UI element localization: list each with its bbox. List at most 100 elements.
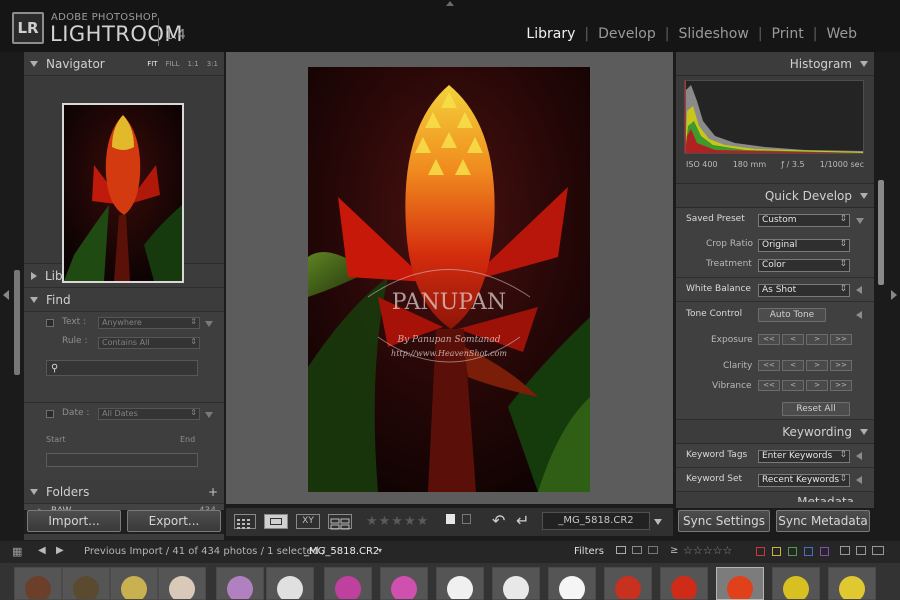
histogram-graph[interactable]	[684, 80, 864, 154]
crop-ratio-dropdown[interactable]: Original	[758, 239, 850, 252]
text-scope-dropdown[interactable]: Anywhere	[98, 317, 200, 329]
zoom-3-1[interactable]: 3:1	[207, 60, 218, 68]
filter-copies-icon[interactable]	[840, 546, 850, 555]
reset-all-button[interactable]: Reset All	[782, 402, 850, 416]
selected-filename[interactable]: _MG_5818.CR2	[304, 546, 379, 557]
rotate-right-icon[interactable]: ↵	[516, 511, 529, 530]
filmstrip-thumbnail[interactable]	[492, 567, 540, 600]
filter-flag-pick-icon[interactable]	[616, 546, 626, 554]
vibrance-step-up[interactable]: >	[806, 380, 828, 391]
find-header[interactable]: Find	[24, 288, 224, 312]
toolbar-menu-chevron-down-icon[interactable]	[654, 519, 662, 525]
label-purple-icon[interactable]	[820, 547, 829, 556]
filter-operator[interactable]: ≥	[670, 545, 678, 556]
add-folder-icon[interactable]: +	[208, 485, 224, 499]
tone-control-expand-icon[interactable]	[856, 311, 862, 319]
vibrance-step-down-large[interactable]: <<	[758, 380, 780, 391]
survey-view-icon[interactable]	[328, 514, 352, 530]
date-dropdown[interactable]: All Dates	[98, 408, 200, 420]
clarity-step-down-large[interactable]: <<	[758, 360, 780, 371]
keyword-tags-expand-icon[interactable]	[856, 452, 862, 460]
flag-pick-icon[interactable]	[446, 514, 455, 524]
source-chevron-down-icon[interactable]: ▾	[378, 546, 382, 555]
exposure-step-down[interactable]: <	[782, 334, 804, 345]
loupe-view-icon[interactable]	[264, 514, 288, 529]
folders-header[interactable]: Folders +	[24, 480, 224, 504]
find-search-input[interactable]: ⚲	[46, 360, 198, 376]
exposure-step-down-large[interactable]: <<	[758, 334, 780, 345]
metadata-header[interactable]: Metadata	[676, 492, 874, 502]
keyword-tags-dropdown[interactable]: Enter Keywords	[758, 450, 850, 463]
text-filter-checkbox[interactable]	[46, 319, 54, 327]
rating-stars[interactable]: ★★★★★	[366, 514, 429, 529]
zoom-1-1[interactable]: 1:1	[187, 60, 198, 68]
filmstrip-thumbnail[interactable]	[266, 567, 314, 600]
keyword-set-dropdown[interactable]: Recent Keywords	[758, 474, 850, 487]
right-panel-toggle-icon[interactable]	[891, 290, 897, 300]
filter-virtual-icon[interactable]	[856, 546, 866, 555]
zoom-fit[interactable]: FIT	[147, 60, 157, 68]
rule-dropdown[interactable]: Contains All	[98, 337, 200, 349]
date-section-toggle-icon[interactable]	[205, 412, 213, 418]
filter-flag-none-icon[interactable]	[632, 546, 642, 554]
filmstrip-thumbnail[interactable]	[216, 567, 264, 600]
filter-stars[interactable]: ☆☆☆☆☆	[683, 544, 732, 557]
filter-flag-reject-icon[interactable]	[648, 546, 658, 554]
vibrance-step-up-large[interactable]: >>	[830, 380, 852, 391]
clarity-step-down[interactable]: <	[782, 360, 804, 371]
sync-metadata-button[interactable]: Sync Metadata	[776, 510, 870, 532]
module-web[interactable]: Web	[817, 26, 866, 42]
filmstrip-thumbnail[interactable]	[548, 567, 596, 600]
label-yellow-icon[interactable]	[772, 547, 781, 556]
import-button[interactable]: Import...	[27, 510, 121, 532]
keyword-set-expand-icon[interactable]	[856, 476, 862, 484]
white-balance-dropdown[interactable]: As Shot	[758, 284, 850, 297]
source-path[interactable]: Previous Import / 41 of 434 photos / 1 s…	[84, 546, 325, 557]
flag-reject-icon[interactable]	[462, 514, 471, 524]
vibrance-step-down[interactable]: <	[782, 380, 804, 391]
left-panel-toggle-icon[interactable]	[3, 290, 9, 300]
filmstrip-thumbnail-selected[interactable]	[716, 567, 764, 600]
module-slideshow[interactable]: Slideshow	[669, 26, 757, 42]
label-blue-icon[interactable]	[804, 547, 813, 556]
saved-preset-dropdown[interactable]: Custom	[758, 214, 850, 227]
date-range-slider[interactable]	[46, 453, 198, 467]
filmstrip-grid-icon[interactable]: ▦	[12, 545, 22, 558]
quick-develop-header[interactable]: Quick Develop	[676, 184, 874, 208]
module-library[interactable]: Library	[517, 26, 584, 42]
filmstrip-thumbnail[interactable]	[604, 567, 652, 600]
right-panel-scrollbar[interactable]	[878, 180, 884, 285]
compare-view-icon[interactable]: XY	[296, 514, 320, 529]
saved-preset-toggle-icon[interactable]	[856, 218, 864, 224]
text-section-toggle-icon[interactable]	[205, 321, 213, 327]
back-arrow-icon[interactable]: ◀	[38, 545, 46, 556]
filename-field[interactable]: _MG_5818.CR2	[542, 512, 650, 530]
histogram-header[interactable]: Histogram	[676, 52, 874, 76]
navigator-thumbnail[interactable]	[62, 103, 184, 283]
exposure-step-up[interactable]: >	[806, 334, 828, 345]
filmstrip-thumbnail[interactable]	[14, 567, 62, 600]
navigator-header[interactable]: Navigator FIT FILL 1:1 3:1	[24, 52, 224, 76]
keywording-header[interactable]: Keywording	[676, 420, 874, 444]
label-red-icon[interactable]	[756, 547, 765, 556]
date-filter-checkbox[interactable]	[46, 410, 54, 418]
module-develop[interactable]: Develop	[589, 26, 665, 42]
white-balance-expand-icon[interactable]	[856, 286, 862, 294]
exposure-step-up-large[interactable]: >>	[830, 334, 852, 345]
forward-arrow-icon[interactable]: ▶	[56, 545, 64, 556]
panel-toggle-top-icon[interactable]	[446, 1, 454, 6]
treatment-dropdown[interactable]: Color	[758, 259, 850, 272]
filmstrip-thumbnail[interactable]	[772, 567, 820, 600]
main-photo[interactable]: PANUPAN By Panupan Somtanad http://www.H…	[308, 67, 590, 492]
auto-tone-button[interactable]: Auto Tone	[758, 308, 826, 322]
clarity-step-up[interactable]: >	[806, 360, 828, 371]
filmstrip-thumbnail[interactable]	[324, 567, 372, 600]
filmstrip-thumbnail[interactable]	[158, 567, 206, 600]
filmstrip-thumbnail[interactable]	[660, 567, 708, 600]
filmstrip-thumbnail[interactable]	[110, 567, 158, 600]
module-print[interactable]: Print	[763, 26, 813, 42]
filmstrip-thumbnail[interactable]	[828, 567, 876, 600]
clarity-step-up-large[interactable]: >>	[830, 360, 852, 371]
filmstrip-thumbnail[interactable]	[380, 567, 428, 600]
export-button[interactable]: Export...	[127, 510, 221, 532]
